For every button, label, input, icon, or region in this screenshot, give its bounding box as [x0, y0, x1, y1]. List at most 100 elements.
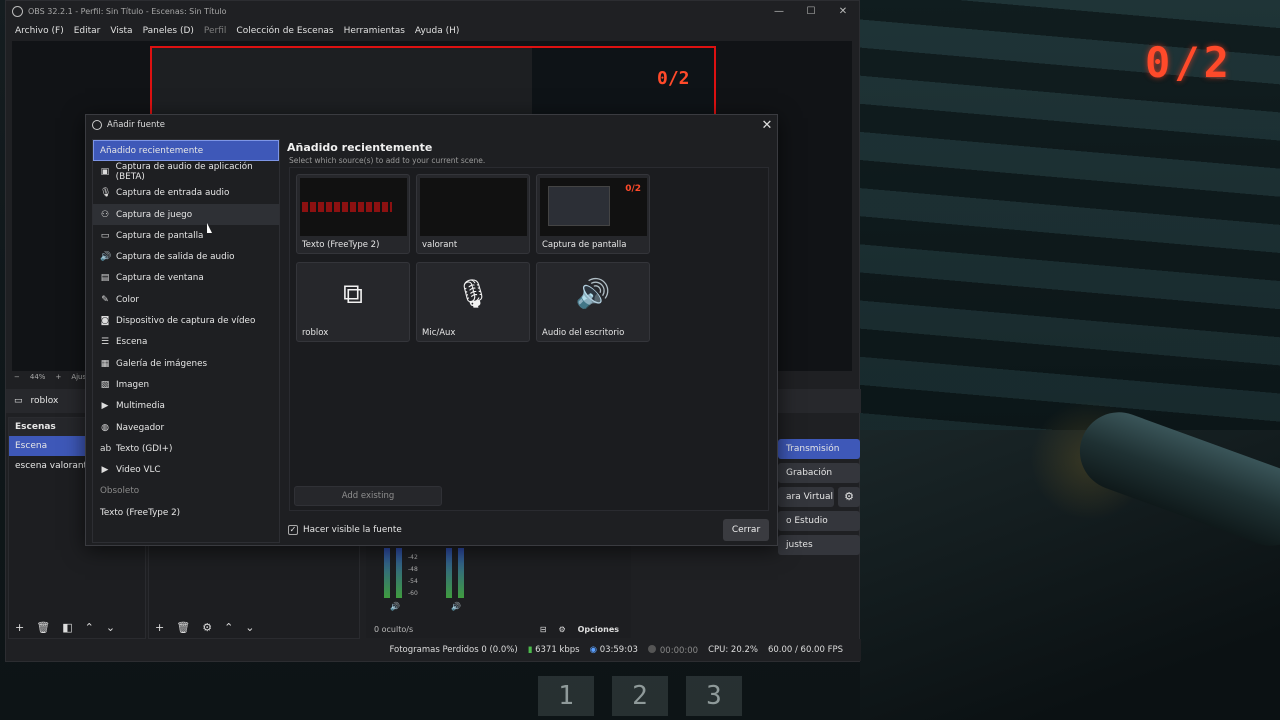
- source-type-label: Captura de juego: [116, 209, 193, 220]
- speaker-icon: 🔊: [100, 252, 112, 263]
- menu-herramientas[interactable]: Herramientas: [339, 26, 410, 36]
- add-icon[interactable]: +: [155, 621, 164, 634]
- dialog-titlebar[interactable]: Añadir fuente ✕: [86, 115, 777, 135]
- recent-tile-text[interactable]: Texto (FreeType 2): [296, 174, 410, 254]
- recent-tile-screen[interactable]: 0/2 Captura de pantalla: [536, 174, 650, 254]
- menu-paneles[interactable]: Paneles (D): [138, 26, 199, 36]
- options-dropdown[interactable]: Opciones: [578, 625, 619, 634]
- hidden-count: 0 oculto/s: [374, 624, 414, 634]
- source-type-label: Obsoleto: [100, 486, 140, 497]
- trash-icon[interactable]: 🗑: [176, 621, 190, 634]
- move-down-icon[interactable]: ⌄: [106, 621, 115, 634]
- selected-source-name: roblox: [30, 396, 59, 406]
- monitor-icon: ▭: [100, 230, 110, 241]
- make-visible-checkbox[interactable]: ✓ Hacer visible la fuente: [288, 525, 402, 535]
- source-type-label: Texto (GDI+): [116, 443, 173, 454]
- record-dot-icon: [647, 644, 656, 653]
- source-type-label: Video VLC: [116, 465, 161, 476]
- source-type-item[interactable]: Añadido recientemente: [93, 140, 279, 162]
- source-type-label: Color: [116, 294, 139, 305]
- menu-coleccion[interactable]: Colección de Escenas: [231, 26, 338, 36]
- studio-mode-button[interactable]: o Estudio: [778, 511, 860, 531]
- virtual-camera-button[interactable]: ara Virtual: [778, 487, 834, 507]
- fps: 60.00 / 60.00 FPS: [767, 645, 843, 655]
- source-type-item[interactable]: ▶ Video VLC: [93, 459, 279, 480]
- start-record-button[interactable]: Grabación: [778, 463, 860, 483]
- recent-tile-valorant[interactable]: valorant: [416, 174, 530, 254]
- obs-titlebar[interactable]: OBS 32.2.1 - Perfil: Sin Título - Escena…: [6, 1, 859, 21]
- source-type-item[interactable]: ▦ Galería de imágenes: [93, 353, 279, 374]
- status-bar: Fotogramas Perdidos 0 (0.0%) ▮ 6371 kbps…: [6, 639, 861, 661]
- source-type-item[interactable]: ▧ Imagen: [93, 374, 279, 395]
- recent-tile-roblox[interactable]: ⧉ roblox: [296, 262, 410, 342]
- tile-label: Mic/Aux: [422, 328, 456, 338]
- start-stream-button[interactable]: Transmisión: [778, 439, 860, 459]
- settings-button[interactable]: justes: [778, 535, 860, 555]
- brush-icon: ✎: [101, 294, 109, 305]
- checkbox-icon[interactable]: ✓: [288, 525, 298, 535]
- dropped-frames: Fotogramas Perdidos 0 (0.0%): [389, 645, 518, 655]
- source-type-item[interactable]: 🔊 Captura de salida de audio: [93, 246, 279, 267]
- source-type-label: Captura de salida de audio: [116, 252, 235, 263]
- close-icon[interactable]: ✕: [827, 6, 859, 17]
- source-type-item[interactable]: 🎙 Captura de entrada audio: [93, 183, 279, 204]
- zoom-fit-label[interactable]: Ajus: [71, 373, 86, 381]
- menu-editar[interactable]: Editar: [69, 26, 106, 36]
- record-time: 00:00:00: [647, 644, 698, 656]
- source-type-item[interactable]: ▶ Multimedia: [93, 396, 279, 417]
- tile-label: Captura de pantalla: [542, 240, 627, 250]
- menu-archivo[interactable]: Archivo (F): [10, 26, 69, 36]
- audio-meter: [458, 548, 464, 598]
- source-type-item[interactable]: Texto (FreeType 2): [93, 502, 279, 523]
- filter-icon[interactable]: ◧: [62, 621, 72, 634]
- zoom-out-icon[interactable]: −: [14, 373, 20, 381]
- recent-sources-grid: Texto (FreeType 2) valorant 0/2 Captura …: [289, 167, 769, 511]
- source-type-item[interactable]: ⚇ Captura de juego: [93, 203, 279, 226]
- source-type-label: Galería de imágenes: [116, 358, 208, 369]
- source-type-label: Dispositivo de captura de vídeo: [116, 316, 256, 327]
- source-type-item[interactable]: ▣ Captura de audio de aplicación (BETA): [93, 161, 279, 182]
- menu-vista[interactable]: Vista: [105, 26, 137, 36]
- trash-icon[interactable]: 🗑: [36, 621, 50, 634]
- source-type-label: Multimedia: [116, 401, 165, 412]
- gamepad-icon: ⚇: [100, 209, 110, 220]
- source-type-item[interactable]: ab Texto (GDI+): [93, 438, 279, 459]
- source-type-label: Captura de entrada audio: [116, 188, 230, 199]
- add-icon[interactable]: +: [15, 621, 24, 634]
- move-up-icon[interactable]: ⌃: [85, 621, 94, 634]
- source-type-item[interactable]: ◍ Navegador: [93, 417, 279, 438]
- layout-icon[interactable]: ⊟: [540, 625, 547, 634]
- source-type-item[interactable]: ☰ Escena: [93, 332, 279, 353]
- meter-tick: -48: [408, 566, 418, 573]
- close-button[interactable]: Cerrar: [723, 519, 769, 541]
- source-type-label: Escena: [116, 337, 148, 348]
- close-icon[interactable]: ✕: [757, 118, 777, 133]
- preview-score: 0/2: [657, 68, 690, 89]
- maximize-icon[interactable]: ☐: [795, 6, 827, 17]
- zoom-in-icon[interactable]: +: [55, 373, 61, 381]
- camera-icon: ◙: [100, 316, 110, 327]
- minimize-icon[interactable]: —: [763, 6, 795, 17]
- menu-perfil[interactable]: Perfil: [199, 26, 232, 36]
- move-down-icon[interactable]: ⌄: [245, 621, 254, 634]
- dialog-title: Añadir fuente: [107, 120, 165, 130]
- screen-thumbnail: 0/2: [540, 178, 647, 236]
- virtual-camera-settings-icon[interactable]: ⚙: [838, 487, 860, 507]
- source-type-label: Navegador: [116, 422, 165, 433]
- source-type-item[interactable]: ▭ Captura de pantalla: [93, 225, 279, 246]
- text-icon: ab: [100, 443, 112, 454]
- window-icon: ▤: [100, 273, 110, 284]
- recent-tile-mic[interactable]: 🎙 Mic/Aux: [416, 262, 530, 342]
- gear-icon[interactable]: ⚙: [202, 621, 212, 634]
- volume-icon[interactable]: 🔊: [390, 602, 400, 611]
- source-type-item[interactable]: ◙ Dispositivo de captura de vídeo: [93, 310, 279, 331]
- menu-ayuda[interactable]: Ayuda (H): [410, 26, 464, 36]
- advanced-audio-icon[interactable]: ⚙: [558, 625, 565, 634]
- source-type-item[interactable]: ▤ Captura de ventana: [93, 268, 279, 289]
- recent-tile-desktop-audio[interactable]: 🔊 Audio del escritorio: [536, 262, 650, 342]
- volume-icon[interactable]: 🔊: [451, 602, 461, 611]
- move-up-icon[interactable]: ⌃: [224, 621, 233, 634]
- source-type-item[interactable]: ✎ Color: [93, 289, 279, 310]
- menu-bar: Archivo (F) Editar Vista Paneles (D) Per…: [6, 21, 859, 41]
- add-existing-button[interactable]: Add existing: [294, 486, 442, 506]
